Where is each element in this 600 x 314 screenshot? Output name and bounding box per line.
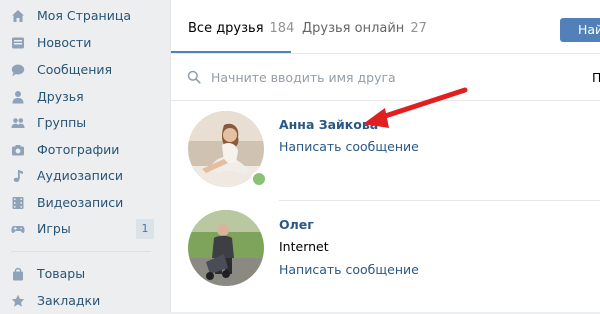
- friend-university: Internet: [279, 239, 329, 254]
- sidebar-item-label: Фотографии: [37, 142, 120, 157]
- tab-all-friends-label: Все друзья: [188, 21, 264, 36]
- sidebar-item-label: Моя Страница: [37, 8, 131, 23]
- sidebar-item-label: Видеозаписи: [37, 195, 124, 210]
- messages-icon: [11, 63, 25, 77]
- person-icon: [11, 90, 25, 104]
- sidebar-item-friends[interactable]: Друзья: [0, 84, 160, 110]
- sidebar-item-label: Группы: [37, 115, 87, 130]
- groups-icon: [11, 116, 25, 130]
- sidebar-item-groups[interactable]: Группы: [0, 110, 160, 136]
- sidebar-item-label: Друзья: [37, 89, 84, 104]
- left-sidebar: Моя Страница Новости Сообщения Друзья Гр…: [0, 0, 160, 312]
- gamepad-icon: [11, 222, 25, 236]
- sidebar-item-label: Новости: [37, 35, 92, 50]
- sidebar-item-games[interactable]: Игры 1: [0, 216, 160, 242]
- tab-friends-online[interactable]: Друзья онлайн 27: [302, 0, 427, 54]
- friend-name[interactable]: Олег: [279, 217, 314, 232]
- sidebar-item-label: Игры: [37, 221, 71, 236]
- sidebar-item-audio[interactable]: Аудиозаписи: [0, 163, 160, 189]
- sidebar-item-label: Товары: [37, 266, 86, 281]
- sidebar-item-photos[interactable]: Фотографии: [0, 137, 160, 163]
- write-message-link[interactable]: Написать сообщение: [279, 262, 419, 277]
- red-arrow-annotation: [363, 87, 468, 128]
- news-icon: [11, 36, 25, 50]
- shopping-bag-icon: [11, 267, 25, 281]
- tab-friends-online-label: Друзья онлайн: [302, 21, 405, 36]
- sidebar-divider: [11, 251, 151, 252]
- online-status-indicator: [251, 171, 267, 187]
- tab-all-friends-count: 184: [269, 21, 295, 36]
- sidebar-item-my-page[interactable]: Моя Страница: [0, 3, 160, 29]
- search-icon: [187, 70, 201, 84]
- sidebar-item-video[interactable]: Видеозаписи: [0, 190, 160, 216]
- tab-all-friends[interactable]: Все друзья 184: [188, 0, 298, 54]
- music-note-icon: [11, 169, 25, 183]
- film-icon: [11, 196, 25, 210]
- sidebar-item-label: Аудиозаписи: [37, 168, 123, 183]
- sidebar-item-label: Закладки: [37, 293, 101, 308]
- sidebar-item-messages[interactable]: Сообщения: [0, 57, 160, 83]
- games-count-badge: 1: [136, 219, 154, 239]
- friends-panel: Все друзья 184 Друзья онлайн 27 Най П: [170, 0, 600, 312]
- home-icon: [11, 9, 25, 23]
- find-friends-button[interactable]: Най: [560, 18, 600, 42]
- tab-friends-online-count: 27: [410, 21, 427, 36]
- star-icon: [11, 294, 25, 308]
- search-parameters-link[interactable]: П: [592, 70, 600, 85]
- friend-avatar[interactable]: [188, 210, 264, 286]
- sidebar-item-bookmarks[interactable]: Закладки: [0, 288, 160, 314]
- sidebar-item-label: Сообщения: [37, 62, 113, 77]
- camera-icon: [11, 143, 25, 157]
- friend-row: Олег Internet Написать сообщение: [171, 201, 600, 301]
- sidebar-item-news[interactable]: Новости: [0, 30, 160, 56]
- sidebar-item-goods[interactable]: Товары: [0, 261, 160, 287]
